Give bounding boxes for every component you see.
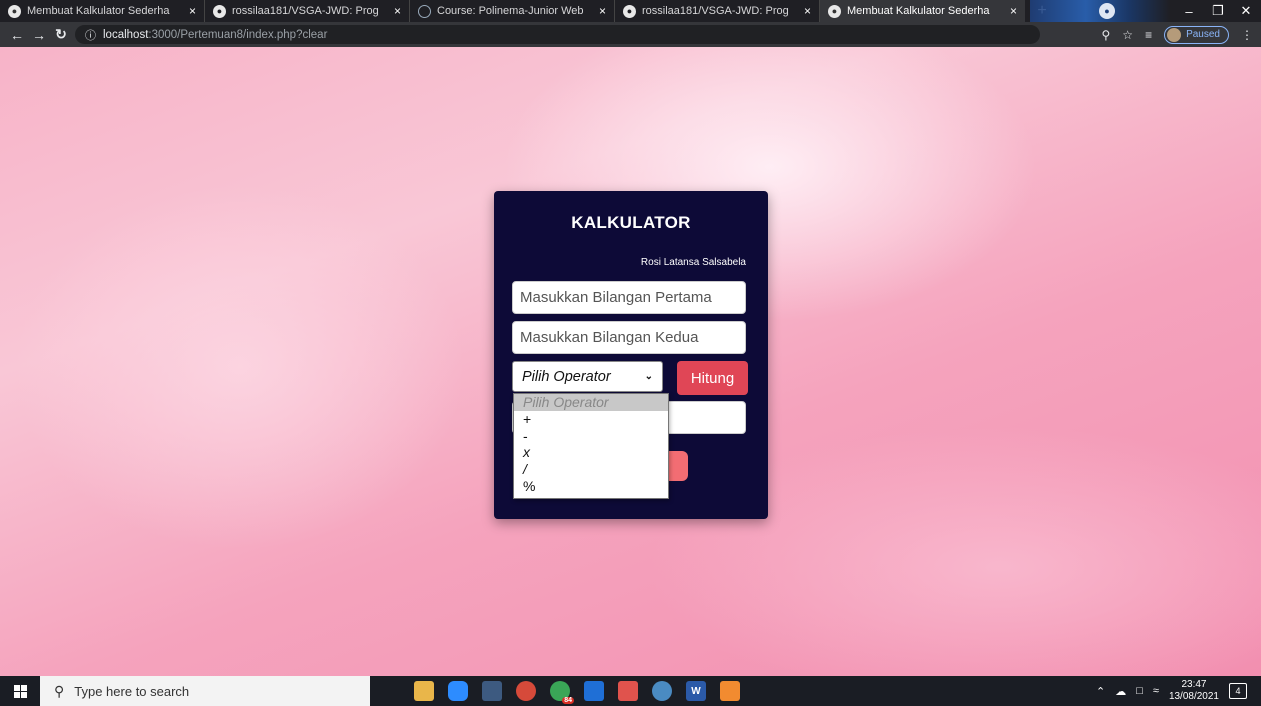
notification-icon[interactable]: 4 bbox=[1229, 683, 1247, 699]
operator-option[interactable]: Pilih Operator bbox=[514, 394, 668, 411]
tab-title: rossilaa181/VSGA-JWD: Prog bbox=[642, 5, 789, 17]
author-name: Rosi Latansa Salsabela bbox=[640, 257, 746, 268]
search-placeholder: Type here to search bbox=[74, 683, 190, 699]
operator-option[interactable]: - bbox=[514, 428, 668, 445]
clock-date: 13/08/2021 bbox=[1168, 691, 1219, 702]
close-icon[interactable]: × bbox=[189, 4, 196, 18]
more-menu-icon[interactable]: ⋮ bbox=[1241, 28, 1253, 42]
chrome-profile-icon[interactable]: ● bbox=[1099, 3, 1115, 19]
browser-tab[interactable]: ● Membuat Kalkulator Sederha × bbox=[0, 0, 205, 22]
taskbar-search-box[interactable]: ⚲ Type here to search bbox=[40, 676, 370, 706]
battery-icon[interactable]: □ bbox=[1136, 685, 1143, 697]
zoom-app-icon[interactable] bbox=[448, 681, 468, 701]
profile-button[interactable]: Paused bbox=[1164, 25, 1229, 44]
minimize-icon[interactable]: – bbox=[1174, 0, 1204, 22]
address-bar[interactable]: ⓘ localhost:3000/Pertemuan8/index.php?cl… bbox=[75, 25, 1040, 44]
window-close-icon[interactable]: ✕ bbox=[1231, 0, 1261, 22]
tab-title: Membuat Kalkulator Sederha bbox=[847, 5, 990, 17]
globe-icon: ● bbox=[828, 4, 841, 18]
browser-tab[interactable]: Course: Polinema-Junior Web × bbox=[410, 0, 615, 22]
profile-status: Paused bbox=[1186, 29, 1220, 40]
vscode-icon[interactable] bbox=[584, 681, 604, 701]
second-number-input[interactable] bbox=[512, 321, 746, 354]
reload-icon[interactable]: ↻ bbox=[50, 26, 72, 43]
chevron-down-icon: ⌄ bbox=[644, 371, 653, 382]
start-button[interactable] bbox=[0, 676, 40, 706]
app-badge: 84 bbox=[562, 697, 574, 704]
close-icon[interactable]: × bbox=[1010, 4, 1017, 18]
clock-time: 23:47 bbox=[1181, 679, 1207, 690]
tab-title: Membuat Kalkulator Sederha bbox=[27, 5, 170, 17]
chrome-profile-app-icon[interactable]: 84 bbox=[550, 681, 574, 704]
browser-toolbar: ← → ↻ ⓘ localhost:3000/Pertemuan8/index.… bbox=[0, 22, 1261, 47]
tab-title: Course: Polinema-Junior Web bbox=[437, 5, 584, 17]
snipping-tool-icon[interactable] bbox=[482, 681, 502, 701]
system-clock[interactable]: 23:47 13/08/2021 bbox=[1169, 679, 1219, 703]
first-number-input[interactable] bbox=[512, 281, 746, 314]
cloud-icon[interactable]: ☁ bbox=[1115, 685, 1126, 698]
windows-logo-icon bbox=[13, 684, 27, 698]
tab-title: rossilaa181/VSGA-JWD: Prog bbox=[232, 5, 379, 17]
operator-select[interactable]: Pilih Operator ⌄ bbox=[512, 361, 663, 392]
operator-option[interactable]: x bbox=[514, 444, 668, 461]
hitung-button[interactable]: Hitung bbox=[677, 361, 748, 395]
page-background: KALKULATOR Rosi Latansa Salsabela Pilih … bbox=[0, 47, 1261, 676]
browser-tab[interactable]: ● rossilaa181/VSGA-JWD: Prog × bbox=[205, 0, 410, 22]
url-host: localhost bbox=[103, 28, 149, 41]
operator-dropdown-list: Pilih Operator + - x / % bbox=[513, 393, 669, 499]
url-path: :3000/Pertemuan8/index.php?clear bbox=[148, 28, 328, 41]
xampp-icon[interactable] bbox=[720, 681, 740, 701]
search-icon: ⚲ bbox=[54, 682, 65, 699]
globe-icon: ● bbox=[8, 4, 21, 18]
avatar bbox=[1167, 27, 1182, 42]
chevron-up-icon[interactable]: ⌃ bbox=[1096, 685, 1105, 698]
operator-selected-value: Pilih Operator bbox=[522, 368, 611, 385]
site-info-icon[interactable]: ⓘ bbox=[85, 27, 96, 43]
operator-option[interactable]: / bbox=[514, 461, 668, 478]
maximize-icon[interactable]: ❐ bbox=[1203, 0, 1233, 22]
close-icon[interactable]: × bbox=[804, 4, 811, 18]
system-tray: ⌃ ☁ □ ≈ 23:47 13/08/2021 4 bbox=[1096, 676, 1261, 706]
close-icon[interactable]: × bbox=[394, 4, 401, 18]
windows-taskbar: ⚲ Type here to search 84 W ⌃ ☁ □ ≈ 23:47… bbox=[0, 676, 1261, 706]
word-icon[interactable]: W bbox=[686, 681, 706, 701]
file-explorer-icon[interactable] bbox=[414, 681, 434, 701]
chrome-r-icon[interactable] bbox=[652, 681, 672, 701]
github-icon: ● bbox=[213, 4, 226, 18]
close-icon[interactable]: × bbox=[599, 4, 606, 18]
operator-option[interactable]: + bbox=[514, 411, 668, 428]
browser-tab-active[interactable]: ● Membuat Kalkulator Sederha × bbox=[820, 0, 1025, 22]
forward-arrow-icon[interactable]: → bbox=[28, 27, 50, 43]
bookmark-star-icon[interactable]: ☆ bbox=[1122, 28, 1133, 42]
hypercam-icon[interactable] bbox=[618, 681, 638, 701]
course-icon bbox=[418, 4, 431, 18]
zoom-icon[interactable]: ⚲ bbox=[1102, 28, 1111, 42]
reading-list-icon[interactable]: ≡ bbox=[1145, 28, 1152, 42]
calculator-title: KALKULATOR bbox=[571, 213, 691, 232]
operator-option[interactable]: % bbox=[514, 478, 668, 495]
back-arrow-icon[interactable]: ← bbox=[6, 27, 28, 43]
browser-tab[interactable]: ● rossilaa181/VSGA-JWD: Prog × bbox=[615, 0, 820, 22]
wifi-icon[interactable]: ≈ bbox=[1153, 685, 1159, 697]
github-icon: ● bbox=[623, 4, 636, 18]
chrome-icon[interactable] bbox=[516, 681, 536, 701]
